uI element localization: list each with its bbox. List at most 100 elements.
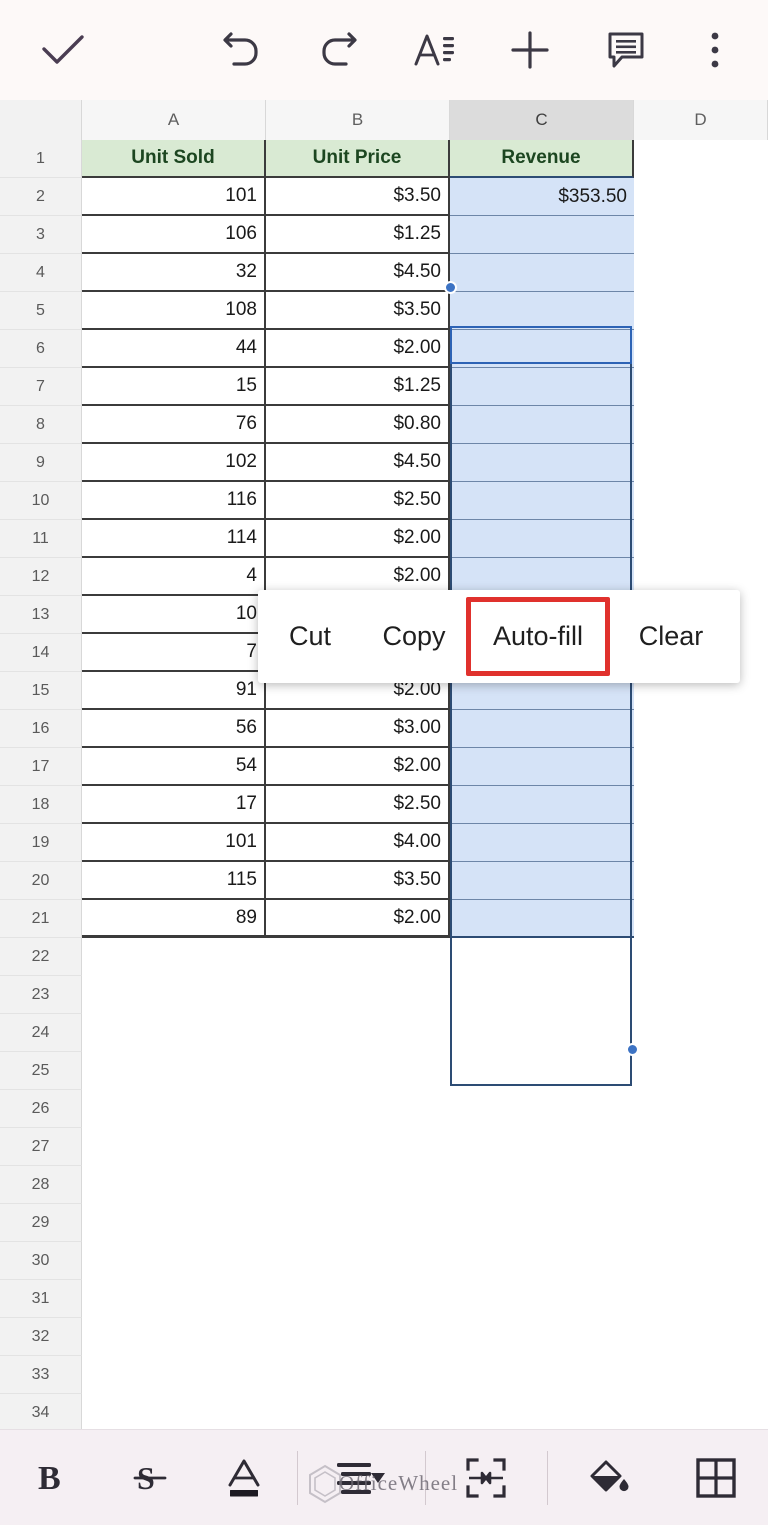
- row-header[interactable]: 28: [0, 1166, 82, 1204]
- cell-c24[interactable]: [450, 1014, 634, 1052]
- cell-c31[interactable]: [450, 1280, 634, 1318]
- cell-d25[interactable]: [634, 1052, 768, 1090]
- cell-a23[interactable]: [82, 976, 266, 1014]
- table-row[interactable]: 18 17 $2.50: [0, 786, 768, 824]
- cell-a19[interactable]: 101: [82, 824, 266, 862]
- cell-d16[interactable]: [634, 710, 768, 748]
- table-row[interactable]: 31: [0, 1280, 768, 1318]
- cell-c2[interactable]: $353.50: [450, 178, 634, 216]
- cell-a29[interactable]: [82, 1204, 266, 1242]
- table-row[interactable]: 3 106 $1.25: [0, 216, 768, 254]
- cell-b28[interactable]: [266, 1166, 450, 1204]
- cell-b18[interactable]: $2.50: [266, 786, 450, 824]
- cell-d1[interactable]: [634, 140, 768, 178]
- cell-a26[interactable]: [82, 1090, 266, 1128]
- table-row[interactable]: 7 15 $1.25: [0, 368, 768, 406]
- column-header-a[interactable]: A: [82, 100, 266, 140]
- table-row[interactable]: 16 56 $3.00: [0, 710, 768, 748]
- row-header[interactable]: 2: [0, 178, 82, 216]
- cell-a1[interactable]: Unit Sold: [82, 140, 266, 178]
- table-row[interactable]: 1 Unit Sold Unit Price Revenue: [0, 140, 768, 178]
- cell-b7[interactable]: $1.25: [266, 368, 450, 406]
- cell-b27[interactable]: [266, 1128, 450, 1166]
- cell-c26[interactable]: [450, 1090, 634, 1128]
- table-row[interactable]: 19 101 $4.00: [0, 824, 768, 862]
- cell-c19[interactable]: [450, 824, 634, 862]
- strikethrough-button[interactable]: S: [102, 1430, 197, 1525]
- row-header[interactable]: 25: [0, 1052, 82, 1090]
- menu-item-cut[interactable]: Cut: [258, 590, 362, 683]
- cell-c17[interactable]: [450, 748, 634, 786]
- cell-b20[interactable]: $3.50: [266, 862, 450, 900]
- cell-b33[interactable]: [266, 1356, 450, 1394]
- cell-d28[interactable]: [634, 1166, 768, 1204]
- text-format-button[interactable]: [386, 0, 482, 100]
- cell-d3[interactable]: [634, 216, 768, 254]
- bold-button[interactable]: B: [0, 1430, 102, 1525]
- cell-c25[interactable]: [450, 1052, 634, 1090]
- row-header[interactable]: 17: [0, 748, 82, 786]
- cell-d29[interactable]: [634, 1204, 768, 1242]
- row-header[interactable]: 26: [0, 1090, 82, 1128]
- cell-d26[interactable]: [634, 1090, 768, 1128]
- cell-a34[interactable]: [82, 1394, 266, 1429]
- row-header[interactable]: 27: [0, 1128, 82, 1166]
- cell-a30[interactable]: [82, 1242, 266, 1280]
- cell-b17[interactable]: $2.00: [266, 748, 450, 786]
- cell-c16[interactable]: [450, 710, 634, 748]
- cell-a10[interactable]: 116: [82, 482, 266, 520]
- table-row[interactable]: 5 108 $3.50: [0, 292, 768, 330]
- row-header[interactable]: 19: [0, 824, 82, 862]
- alignment-button[interactable]: [303, 1430, 419, 1525]
- cell-c29[interactable]: [450, 1204, 634, 1242]
- cell-c9[interactable]: [450, 444, 634, 482]
- cell-b30[interactable]: [266, 1242, 450, 1280]
- cell-d24[interactable]: [634, 1014, 768, 1052]
- cell-c21[interactable]: [450, 900, 634, 938]
- row-header[interactable]: 32: [0, 1318, 82, 1356]
- cell-d22[interactable]: [634, 938, 768, 976]
- row-header[interactable]: 6: [0, 330, 82, 368]
- cell-b10[interactable]: $2.50: [266, 482, 450, 520]
- row-header[interactable]: 31: [0, 1280, 82, 1318]
- cell-a17[interactable]: 54: [82, 748, 266, 786]
- row-header[interactable]: 34: [0, 1394, 82, 1429]
- select-all-corner[interactable]: [0, 100, 82, 140]
- cell-c3[interactable]: [450, 216, 634, 254]
- cell-c22[interactable]: [450, 938, 634, 976]
- cell-a14[interactable]: 7: [82, 634, 266, 672]
- table-row[interactable]: 27: [0, 1128, 768, 1166]
- cell-d23[interactable]: [634, 976, 768, 1014]
- cell-a32[interactable]: [82, 1318, 266, 1356]
- cell-d10[interactable]: [634, 482, 768, 520]
- cell-c11[interactable]: [450, 520, 634, 558]
- cell-b34[interactable]: [266, 1394, 450, 1429]
- cell-a15[interactable]: 91: [82, 672, 266, 710]
- table-row[interactable]: 20 115 $3.50: [0, 862, 768, 900]
- cell-a7[interactable]: 15: [82, 368, 266, 406]
- cell-d18[interactable]: [634, 786, 768, 824]
- fill-color-button[interactable]: [553, 1430, 663, 1525]
- table-row[interactable]: 8 76 $0.80: [0, 406, 768, 444]
- cell-b31[interactable]: [266, 1280, 450, 1318]
- cell-c32[interactable]: [450, 1318, 634, 1356]
- accept-button[interactable]: [0, 0, 126, 100]
- cell-d33[interactable]: [634, 1356, 768, 1394]
- row-header[interactable]: 12: [0, 558, 82, 596]
- cell-a5[interactable]: 108: [82, 292, 266, 330]
- cell-d9[interactable]: [634, 444, 768, 482]
- cell-a4[interactable]: 32: [82, 254, 266, 292]
- cell-d11[interactable]: [634, 520, 768, 558]
- menu-item-auto-fill[interactable]: Auto-fill: [466, 597, 610, 676]
- cell-a24[interactable]: [82, 1014, 266, 1052]
- menu-item-copy[interactable]: Copy: [362, 590, 466, 683]
- row-header[interactable]: 33: [0, 1356, 82, 1394]
- row-header[interactable]: 9: [0, 444, 82, 482]
- table-row[interactable]: 33: [0, 1356, 768, 1394]
- table-row[interactable]: 25: [0, 1052, 768, 1090]
- row-header[interactable]: 16: [0, 710, 82, 748]
- merge-cells-button[interactable]: [431, 1430, 541, 1525]
- cell-b24[interactable]: [266, 1014, 450, 1052]
- cell-c7[interactable]: [450, 368, 634, 406]
- cell-b8[interactable]: $0.80: [266, 406, 450, 444]
